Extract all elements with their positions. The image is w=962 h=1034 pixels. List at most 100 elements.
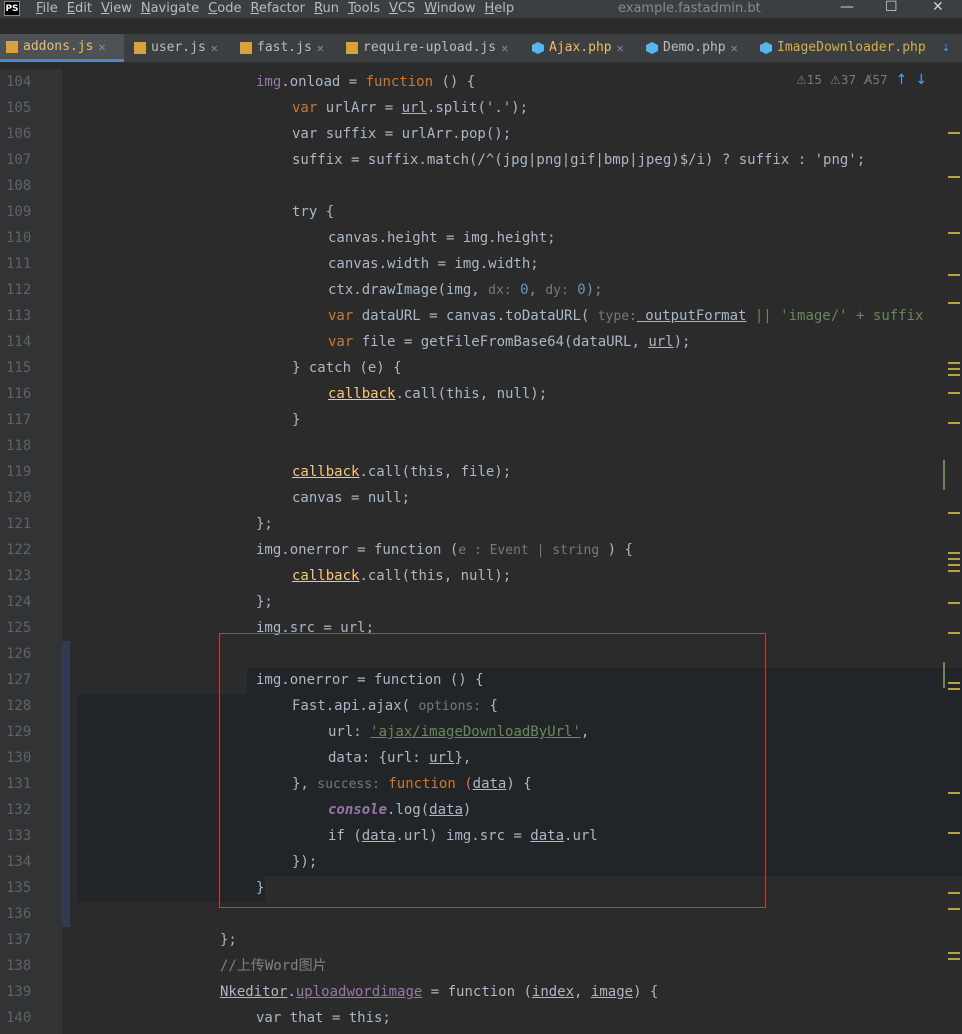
line-number: 135 <box>6 880 32 896</box>
code-line-110: canvas.height = img.height; <box>328 230 556 246</box>
menu-edit[interactable]: Edit <box>67 0 92 18</box>
line-number: 126 <box>6 646 32 662</box>
line-number: 133 <box>6 828 32 844</box>
weak-warning-icon: ⚠37 <box>830 73 857 87</box>
editor-tabs: addons.js ✕ user.js ✕ fast.js ✕ require-… <box>0 34 962 63</box>
minimize-icon[interactable]: — <box>840 0 854 14</box>
stripe-marker <box>948 958 960 960</box>
line-number: 112 <box>6 282 32 298</box>
stripe-marker <box>948 952 960 954</box>
menu-view[interactable]: View <box>101 0 132 18</box>
stripe-marker <box>948 558 960 560</box>
code-line-123: callback.call(this, null); <box>292 568 512 584</box>
previous-highlight-icon[interactable]: ↑ <box>896 72 908 88</box>
line-number: 123 <box>6 568 32 584</box>
tab-user-js[interactable]: user.js ✕ <box>128 34 234 62</box>
menu-help[interactable]: Help <box>485 0 515 18</box>
stripe-marker <box>948 362 960 364</box>
code-line-121: }; <box>256 516 273 532</box>
tab-label: addons.js <box>23 38 94 54</box>
tab-ajax-php[interactable]: Ajax.php ✕ <box>526 34 642 62</box>
maximize-icon[interactable]: ☐ <box>885 0 898 14</box>
tab-label: Ajax.php <box>549 40 612 55</box>
menu-bar: File Edit View Navigate Code Refactor Ru… <box>36 0 523 18</box>
menu-code[interactable]: Code <box>208 0 241 18</box>
stripe-marker <box>948 892 960 894</box>
line-number: 118 <box>6 438 32 454</box>
stripe-marker <box>948 274 960 276</box>
close-window-icon[interactable]: ✕ <box>932 0 944 14</box>
next-highlight-icon[interactable]: ↓ <box>915 72 927 88</box>
tab-addons-js[interactable]: addons.js ✕ <box>0 34 124 62</box>
line-number: 115 <box>6 360 32 376</box>
stripe-marker <box>948 176 960 178</box>
line-number: 106 <box>6 126 32 142</box>
highlight-box <box>219 633 766 908</box>
js-file-icon <box>240 42 252 54</box>
line-number: 109 <box>6 204 32 220</box>
menu-window[interactable]: Window <box>424 0 475 18</box>
tab-fast-js[interactable]: fast.js ✕ <box>234 34 340 62</box>
stripe-marker <box>948 552 960 554</box>
menu-run[interactable]: Run <box>314 0 339 18</box>
stripe-marker <box>948 368 960 370</box>
close-icon[interactable]: ✕ <box>731 35 738 61</box>
line-number: 130 <box>6 750 32 766</box>
line-number: 119 <box>6 464 32 480</box>
code-line-137: }; <box>220 932 237 948</box>
stripe-marker <box>948 232 960 234</box>
php-file-icon <box>532 42 544 54</box>
line-number: 131 <box>6 776 32 792</box>
line-number: 105 <box>6 100 32 116</box>
code-line-111: canvas.width = img.width; <box>328 256 539 272</box>
line-number: 121 <box>6 516 32 532</box>
line-number: 129 <box>6 724 32 740</box>
stripe-marker <box>948 422 960 424</box>
stripe-marker <box>948 512 960 514</box>
error-stripe[interactable] <box>948 92 962 1032</box>
line-number: 120 <box>6 490 32 506</box>
code-line-106: var suffix = urlArr.pop(); <box>292 126 512 142</box>
close-icon[interactable]: ✕ <box>211 35 218 61</box>
code-line-105: var urlArr = url.split('.'); <box>292 100 529 116</box>
menu-vcs[interactable]: VCS <box>389 0 415 18</box>
window-title: example.fastadmin.bt <box>618 1 761 16</box>
line-number: 104 <box>6 74 32 90</box>
code-line-109: try { <box>292 204 335 220</box>
php-file-icon <box>646 42 658 54</box>
code-line-122: img.onerror = function (e : Event | stri… <box>256 542 633 558</box>
close-icon[interactable]: ✕ <box>317 35 324 61</box>
stripe-marker <box>948 374 960 376</box>
close-icon[interactable]: ✕ <box>501 35 508 61</box>
stripe-marker <box>948 564 960 566</box>
code-line-116: callback.call(this, null); <box>328 386 548 402</box>
tab-imagedownloader-php[interactable]: ImageDownloader.php <box>754 34 940 62</box>
code-line-112: ctx.drawImage(img, dx: 0, dy: 0); <box>328 282 603 298</box>
php-file-icon <box>760 42 772 54</box>
menu-navigate[interactable]: Navigate <box>141 0 199 18</box>
stripe-marker <box>948 792 960 794</box>
code-line-140: var that = this; <box>256 1010 391 1026</box>
menu-file[interactable]: File <box>36 0 58 18</box>
tab-label: require-upload.js <box>363 40 497 55</box>
code-line-115: } catch (e) { <box>292 360 402 376</box>
close-icon[interactable]: ✕ <box>98 34 105 60</box>
line-number: 125 <box>6 620 32 636</box>
line-number: 113 <box>6 308 32 324</box>
line-number: 136 <box>6 906 32 922</box>
menu-tools[interactable]: Tools <box>348 0 380 18</box>
close-icon[interactable]: ✕ <box>617 35 624 61</box>
line-number: 128 <box>6 698 32 714</box>
tab-demo-php[interactable]: Demo.php ✕ <box>640 34 758 62</box>
code-line-114: var file = getFileFromBase64(dataURL, ur… <box>328 334 691 350</box>
code-line-124: }; <box>256 594 273 610</box>
warning-icon: ⚠15 <box>796 73 823 87</box>
tab-require-upload-js[interactable]: require-upload.js ✕ <box>340 34 528 62</box>
tabs-overflow-icon[interactable]: ⇣ <box>936 34 962 62</box>
code-line-117: } <box>292 412 301 428</box>
title-bar: PS File Edit View Navigate Code Refactor… <box>0 0 962 18</box>
inspection-widget[interactable]: ⚠15 ⚠37 A̸57 ↑ ↓ <box>796 69 927 91</box>
menu-refactor[interactable]: Refactor <box>250 0 305 18</box>
line-number: 117 <box>6 412 32 428</box>
line-number: 108 <box>6 178 32 194</box>
